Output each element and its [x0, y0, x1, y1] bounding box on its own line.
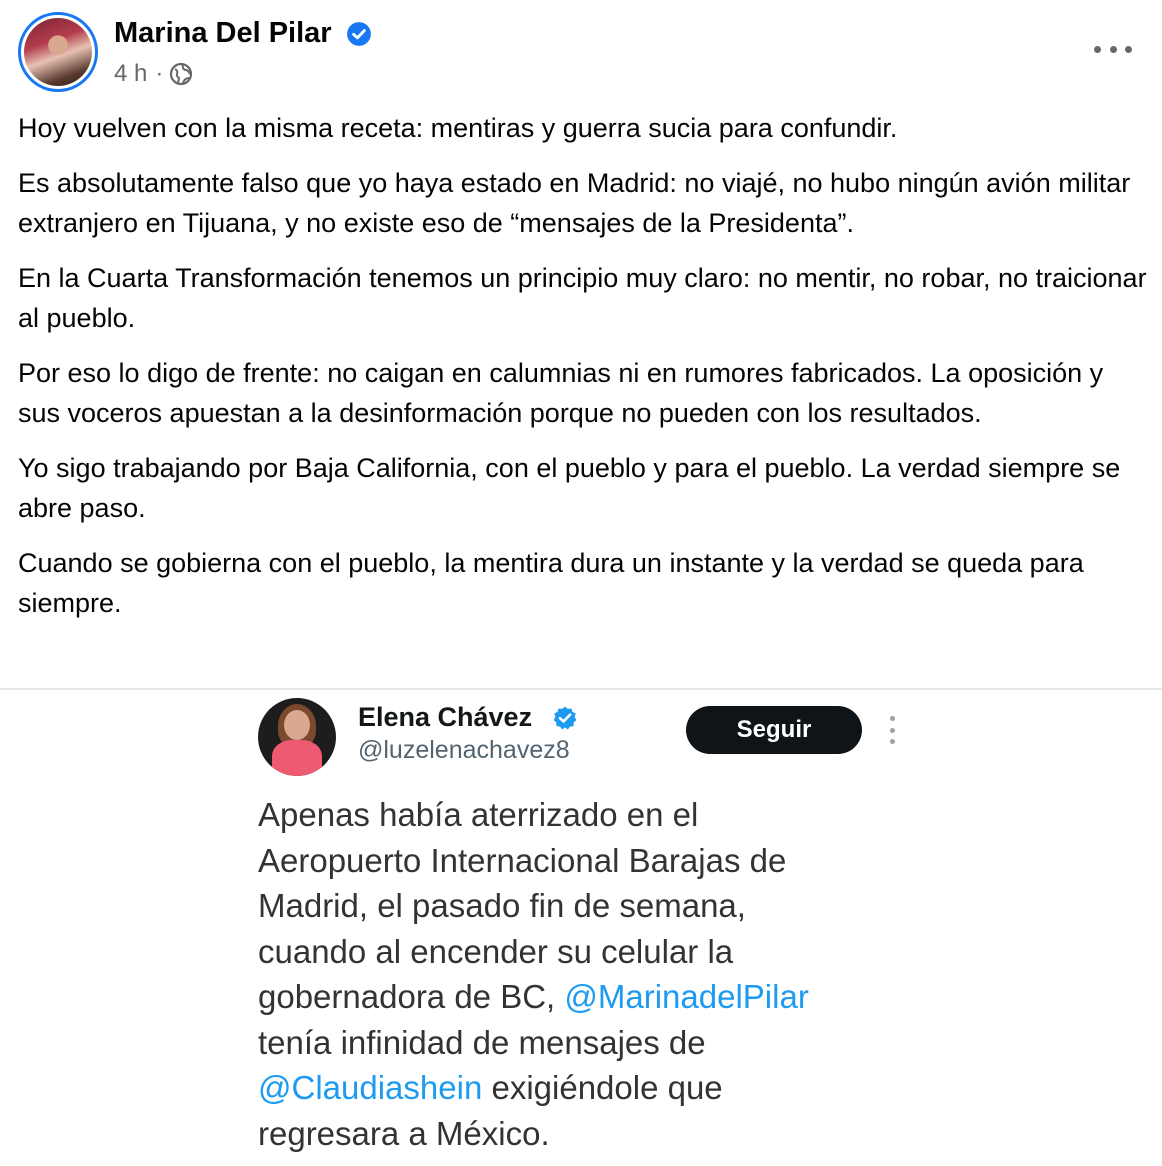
- author-name[interactable]: Marina Del Pilar: [114, 17, 332, 50]
- post-paragraph: En la Cuarta Transformación tenemos un p…: [18, 263, 1147, 333]
- more-dot: [1094, 45, 1101, 53]
- tweet-line: Aeropuerto Internacional Barajas de: [258, 841, 787, 879]
- tweet-author-handle: @luzelenachavez8: [358, 736, 570, 764]
- tweet-line: gobernadora de BC, @MarinadelPilar: [258, 974, 918, 1020]
- verified-badge-icon: [347, 22, 371, 46]
- post-timestamp[interactable]: 4 h: [114, 60, 147, 88]
- post-text: Hoy vuelven con la misma receta: mentira…: [18, 108, 1148, 638]
- tweet-more-dot: [889, 727, 895, 733]
- tweet-more-dot: [889, 739, 895, 744]
- mention-marinadelpilar: @MarinadelPilar: [564, 978, 809, 1015]
- tweet-line: regresara a México.: [258, 1114, 550, 1152]
- more-dot: [1125, 45, 1132, 53]
- globe-icon[interactable]: [169, 62, 193, 86]
- mention-claudiashein: @Claudiashein: [258, 1069, 483, 1106]
- tweet-more-icon: [888, 716, 896, 744]
- post-meta: 4 h ·: [114, 60, 193, 88]
- post-paragraph: Hoy vuelven con la misma receta: mentira…: [18, 113, 898, 143]
- author-avatar[interactable]: [18, 12, 98, 92]
- post-paragraph: Yo sigo trabajando por Baja California, …: [18, 453, 1121, 523]
- tweet-line-text: exigiéndole que: [482, 1069, 723, 1106]
- more-dot: [1109, 45, 1117, 53]
- tweet-line-text: gobernadora de BC,: [258, 978, 565, 1015]
- avatar-body: [272, 740, 322, 776]
- avatar-face: [284, 710, 310, 740]
- post-paragraph: Por eso lo digo de frente: no caigan en …: [18, 358, 1104, 428]
- tweet-line: tenía infinidad de mensajes de: [258, 1023, 706, 1061]
- tweet-line: Apenas había aterrizado en el: [258, 796, 699, 833]
- tweet-line: cuando al encender su celular la: [258, 932, 734, 970]
- tweet-line: Madrid, el pasado fin de semana,: [258, 887, 746, 924]
- embedded-tweet-image[interactable]: Elena Chávez @luzelenachavez8 Seguir Ape…: [236, 690, 930, 1166]
- tweet-author-avatar: [258, 698, 336, 776]
- post-header: Marina Del Pilar 4 h ·: [0, 0, 1162, 110]
- follow-button: Seguir: [686, 706, 862, 754]
- more-options-icon[interactable]: [1094, 36, 1132, 62]
- tweet-more-dot: [889, 716, 895, 721]
- author-avatar-photo: [24, 18, 92, 86]
- tweet-author-name: Elena Chávez: [358, 702, 533, 732]
- tweet-body: Apenas había aterrizado en el Aeropuerto…: [258, 792, 918, 1156]
- tweet-verified-icon: [553, 706, 577, 730]
- post-paragraph: Es absolutamente falso que yo haya estad…: [18, 168, 1131, 238]
- tweet-line: @Claudiashein exigiéndole que: [258, 1065, 918, 1111]
- meta-separator: ·: [155, 60, 164, 87]
- post-paragraph: Cuando se gobierna con el pueblo, la men…: [18, 548, 1084, 618]
